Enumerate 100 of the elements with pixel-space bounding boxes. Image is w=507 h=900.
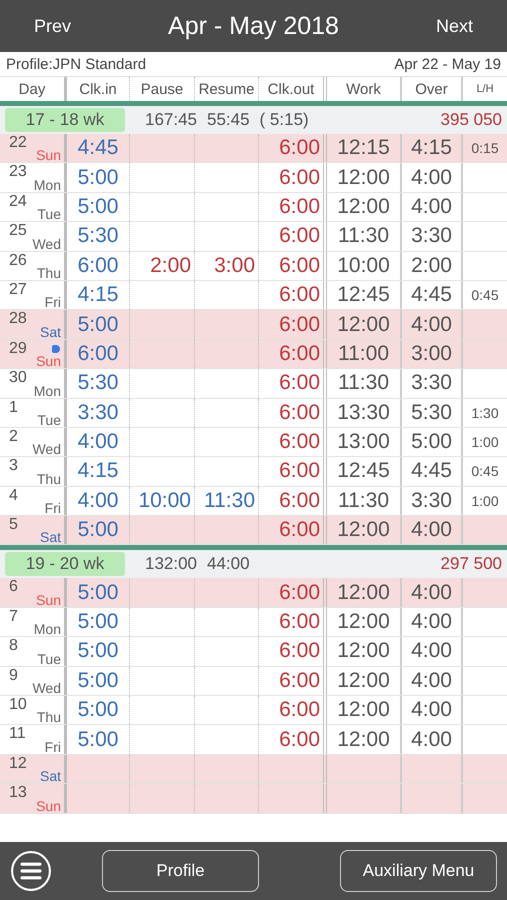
- pause-time: 10:00: [138, 488, 191, 513]
- late-hours: 1:00: [471, 434, 499, 450]
- column-header: Day: [18, 80, 46, 100]
- day-row[interactable]: 11 Fri 5:00 6:00 12:00 4:00: [0, 725, 507, 755]
- next-button[interactable]: Next: [436, 16, 473, 36]
- day-row[interactable]: 7 Mon 5:00 6:00 12:00 4:00: [0, 608, 507, 638]
- overtime: 2:00: [411, 254, 452, 278]
- day-number: 8: [9, 637, 18, 656]
- weekday-label: Sat: [40, 769, 61, 784]
- overtime: 4:45: [411, 459, 452, 484]
- weekday-label: Mon: [34, 384, 61, 398]
- weekday-label: Mon: [34, 178, 61, 192]
- day-row[interactable]: 1 Tue 3:30 6:00 13:30 5:30 1:30: [0, 398, 507, 428]
- clock-out-time: 6:00: [279, 400, 320, 425]
- clock-out-time: 6:00: [279, 518, 320, 542]
- clock-out-time: 6:00: [279, 698, 320, 722]
- clock-in-time: 5:30: [78, 371, 118, 396]
- day-row[interactable]: 30 Mon 5:30 6:00 11:30 3:30: [0, 369, 507, 399]
- weekday-label: Wed: [32, 236, 61, 251]
- week-amount: 297 500: [440, 554, 502, 574]
- week-label[interactable]: 17 - 18 wk: [5, 108, 125, 132]
- week-total: 44:00: [207, 554, 250, 574]
- clock-in-time: 5:00: [78, 518, 118, 542]
- weekday-label: Thu: [36, 710, 61, 724]
- day-row[interactable]: 28 Sat 5:00 6:00 12:00 4:00: [0, 310, 507, 340]
- clock-out-time: 6:00: [279, 668, 320, 693]
- menu-icon[interactable]: [10, 850, 52, 892]
- work-time: 12:45: [337, 283, 390, 308]
- day-number: 5: [9, 516, 18, 534]
- clock-in-time: 5:00: [78, 728, 118, 752]
- weekday-label: Sun: [36, 592, 61, 607]
- clock-out-time: 6:00: [279, 459, 320, 484]
- weekday-label: Wed: [32, 681, 61, 696]
- day-row[interactable]: 9 Wed 5:00 6:00 12:00 4:00: [0, 666, 507, 696]
- day-row[interactable]: 4 Fri 4:00 10:00 11:30 6:00 11:30 3:30 1:00: [0, 486, 507, 516]
- weekday-label: Sat: [40, 324, 61, 339]
- overtime: 4:15: [411, 136, 452, 160]
- day-row[interactable]: 10 Thu 5:00 6:00 12:00 4:00: [0, 696, 507, 726]
- day-row[interactable]: 12 Sat: [0, 754, 507, 784]
- day-row[interactable]: 22 Sun 4:45 6:00 12:15 4:15 0:15: [0, 134, 507, 164]
- overtime: 4:00: [411, 194, 452, 219]
- day-number: 25: [9, 222, 27, 240]
- weekday-label: Tue: [37, 412, 61, 427]
- clock-in-time: 4:00: [78, 488, 118, 513]
- work-time: 11:30: [338, 224, 389, 248]
- day-number: 30: [9, 369, 27, 388]
- weekday-label: Fri: [44, 295, 61, 310]
- overtime: 4:45: [411, 283, 452, 308]
- day-number: 10: [9, 696, 27, 714]
- overtime: 3:30: [411, 488, 452, 513]
- late-hours: 1:00: [471, 492, 499, 509]
- week-total: 132:00: [145, 554, 197, 574]
- day-row[interactable]: 6 Sun 5:00 6:00 12:00 4:00: [0, 578, 507, 608]
- clock-out-time: 6:00: [279, 194, 320, 219]
- day-number: 1: [9, 398, 18, 417]
- day-number: 2: [9, 428, 18, 446]
- week-total: ( 5:15): [260, 110, 309, 130]
- day-row[interactable]: 5 Sat 5:00 6:00 12:00 4:00: [0, 516, 507, 546]
- auxiliary-menu-button[interactable]: Auxiliary Menu: [340, 850, 497, 892]
- weekday-label: Sun: [36, 798, 61, 813]
- resume-time: 3:00: [214, 254, 255, 278]
- day-row[interactable]: 2 Wed 4:00 6:00 13:00 5:00 1:00: [0, 428, 507, 458]
- day-row[interactable]: 8 Tue 5:00 6:00 12:00 4:00: [0, 637, 507, 667]
- work-time: 12:00: [337, 194, 390, 219]
- work-time: 12:00: [337, 728, 390, 752]
- work-time: 12:45: [337, 459, 390, 484]
- day-row[interactable]: 25 Wed 5:30 6:00 11:30 3:30: [0, 222, 507, 252]
- clock-out-time: 6:00: [279, 283, 320, 308]
- day-number: 28: [9, 310, 27, 328]
- day-row[interactable]: 23 Mon 5:00 6:00 12:00 4:00: [0, 163, 507, 193]
- profile-label: Profile:JPN Standard: [6, 56, 146, 72]
- clock-in-time: 5:00: [78, 610, 118, 634]
- day-number: 24: [9, 192, 27, 211]
- clock-out-time: 6:00: [279, 166, 320, 190]
- day-row[interactable]: 24 Tue 5:00 6:00 12:00 4:00: [0, 192, 507, 222]
- day-row[interactable]: 26 Thu 6:00 2:00 3:00 6:00 10:00 2:00: [0, 252, 507, 281]
- clock-in-time: 6:00: [78, 342, 118, 366]
- clock-in-time: 5:00: [78, 698, 118, 722]
- work-time: 11:30: [338, 488, 389, 513]
- prev-button[interactable]: Prev: [34, 16, 72, 36]
- clock-out-time: 6:00: [279, 580, 320, 605]
- day-number: 29: [9, 340, 27, 358]
- weekday-label: Thu: [36, 472, 61, 486]
- weekday-label: Thu: [36, 266, 61, 280]
- work-time: 12:15: [337, 136, 390, 160]
- week-label[interactable]: 19 - 20 wk: [5, 552, 125, 576]
- day-number: 23: [9, 163, 27, 182]
- clock-out-time: 6:00: [279, 488, 320, 513]
- clock-out-time: 6:00: [279, 224, 320, 248]
- day-row[interactable]: 13 Sun: [0, 784, 507, 814]
- clock-out-time: 6:00: [279, 136, 320, 160]
- clock-in-time: 4:15: [78, 459, 118, 484]
- clock-in-time: 4:00: [78, 430, 118, 454]
- day-number: 12: [9, 754, 27, 773]
- profile-button[interactable]: Profile: [102, 850, 259, 892]
- day-row[interactable]: 29 Sun 6:00 6:00 11:00 3:00: [0, 340, 507, 370]
- clock-in-time: 4:45: [78, 136, 118, 160]
- day-row[interactable]: 27 Fri 4:15 6:00 12:45 4:45 0:45: [0, 280, 507, 310]
- work-time: 12:00: [337, 610, 390, 634]
- day-row[interactable]: 3 Thu 4:15 6:00 12:45 4:45 0:45: [0, 457, 507, 487]
